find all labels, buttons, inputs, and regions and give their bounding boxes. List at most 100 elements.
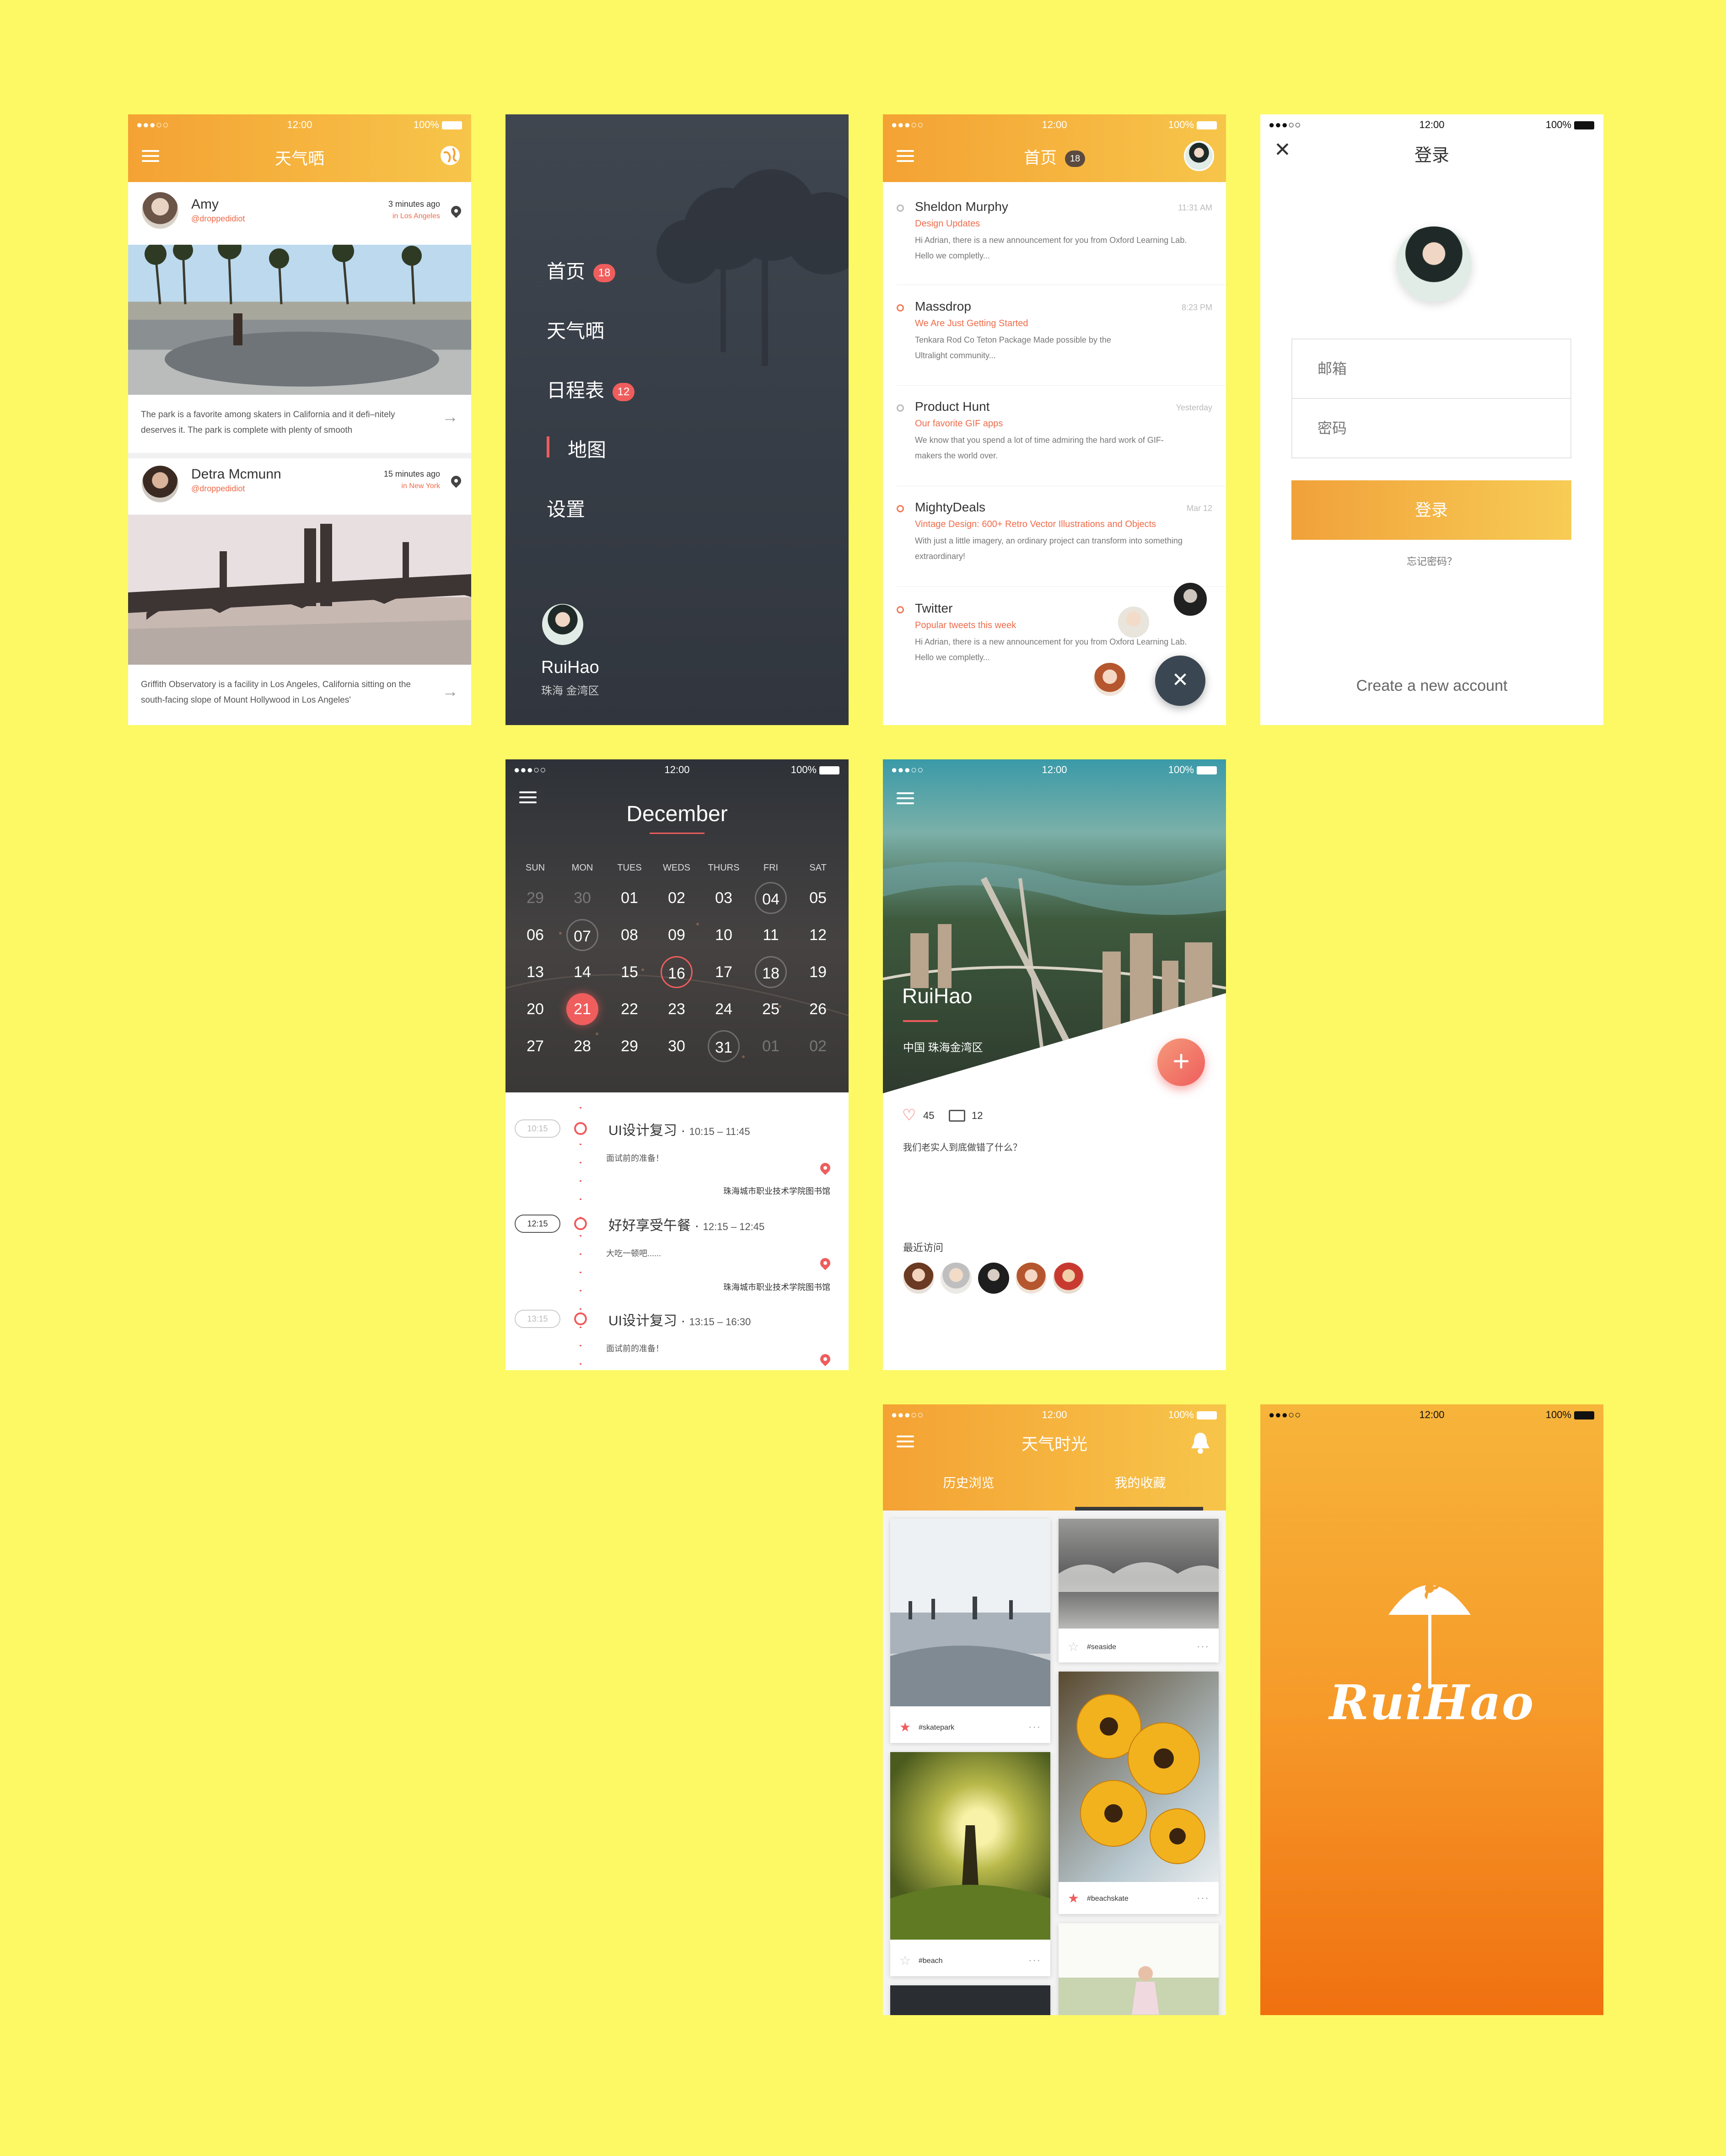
calendar-day[interactable]: 30 bbox=[566, 882, 598, 914]
calendar-day[interactable]: 13 bbox=[519, 956, 551, 988]
star-icon[interactable]: ★ bbox=[899, 1720, 911, 1735]
contact-avatar[interactable] bbox=[1172, 581, 1209, 618]
calendar-day[interactable]: 17 bbox=[708, 956, 740, 988]
arrow-right-icon[interactable]: → bbox=[442, 407, 458, 426]
calendar-day[interactable]: 12 bbox=[802, 919, 834, 951]
more-icon[interactable]: ··· bbox=[1028, 1954, 1041, 1966]
tab-favorites[interactable]: 我的收藏 bbox=[1054, 1473, 1226, 1491]
calendar-day[interactable]: 09 bbox=[661, 919, 693, 951]
photo-card[interactable]: ☆ #beach ··· bbox=[890, 1752, 1050, 1976]
calendar-day[interactable]: 29 bbox=[519, 882, 551, 914]
globe-icon[interactable] bbox=[439, 145, 461, 167]
forgot-password-link[interactable]: 忘记密码？ bbox=[1260, 554, 1603, 568]
calendar-day[interactable]: 04 bbox=[755, 882, 787, 914]
calendar-day[interactable]: 02 bbox=[802, 1030, 834, 1062]
close-fab[interactable]: ✕ bbox=[1155, 656, 1205, 706]
calendar-day[interactable]: 06 bbox=[519, 919, 551, 951]
calendar-day[interactable]: 11 bbox=[755, 919, 787, 951]
calendar-day[interactable]: 02 bbox=[661, 882, 693, 914]
menu-icon[interactable] bbox=[897, 792, 914, 804]
calendar-day[interactable]: 08 bbox=[613, 919, 645, 951]
calendar-day[interactable]: 01 bbox=[755, 1030, 787, 1062]
calendar-day[interactable]: 23 bbox=[661, 993, 693, 1025]
calendar-day[interactable]: 29 bbox=[613, 1030, 645, 1062]
login-button[interactable]: 登录 bbox=[1291, 480, 1571, 540]
calendar-day[interactable]: 30 bbox=[661, 1030, 693, 1062]
status-bar: ●●●○○ 12:00 100% bbox=[1260, 114, 1603, 134]
tab-history[interactable]: 历史浏览 bbox=[883, 1473, 1054, 1491]
more-icon[interactable]: ··· bbox=[1197, 1892, 1210, 1904]
star-icon[interactable]: ☆ bbox=[899, 1953, 911, 1968]
calendar-day[interactable]: 24 bbox=[708, 993, 740, 1025]
calendar-day[interactable]: 31 bbox=[708, 1030, 740, 1062]
user-avatar bbox=[1396, 226, 1472, 302]
create-account-link[interactable]: Create a new account bbox=[1260, 677, 1603, 695]
calendar-day[interactable]: 27 bbox=[519, 1030, 551, 1062]
star-icon[interactable]: ★ bbox=[1068, 1891, 1079, 1906]
calendar-day[interactable]: 18 bbox=[755, 956, 787, 988]
user-avatar[interactable] bbox=[542, 604, 583, 645]
calendar-day[interactable]: 14 bbox=[566, 956, 598, 988]
calendar-day[interactable]: 15 bbox=[613, 956, 645, 988]
battery-label: 100% bbox=[1168, 119, 1194, 130]
password-field[interactable] bbox=[1292, 399, 1570, 457]
drawer-item-map[interactable]: 地图 bbox=[547, 435, 606, 462]
heart-icon[interactable]: ♡ bbox=[902, 1106, 916, 1124]
battery-label: 100% bbox=[413, 119, 439, 130]
calendar-day[interactable]: 25 bbox=[755, 993, 787, 1025]
post-handle[interactable]: @droppedidiot bbox=[191, 484, 245, 494]
drawer-item-weather[interactable]: 天气晒 bbox=[547, 316, 604, 344]
star-icon[interactable]: ☆ bbox=[1068, 1639, 1079, 1654]
calendar-day[interactable]: 19 bbox=[802, 956, 834, 988]
photo-card[interactable] bbox=[1059, 1923, 1219, 2015]
email-field[interactable] bbox=[1292, 339, 1570, 399]
location-pin-icon[interactable] bbox=[449, 473, 463, 488]
calendar-day[interactable]: 05 bbox=[802, 882, 834, 914]
status-bar: ●●●○○ 12:00 100% bbox=[883, 114, 1226, 134]
visitor-avatar[interactable] bbox=[941, 1263, 972, 1294]
arrow-right-icon[interactable]: → bbox=[442, 682, 458, 701]
calendar-day[interactable]: 07 bbox=[566, 919, 598, 951]
comment-icon[interactable] bbox=[949, 1110, 965, 1122]
visitor-avatar[interactable] bbox=[978, 1263, 1009, 1294]
visitor-avatar[interactable] bbox=[1053, 1263, 1084, 1294]
add-fab[interactable]: + bbox=[1157, 1038, 1205, 1086]
user-avatar[interactable] bbox=[1184, 141, 1214, 171]
avatar[interactable] bbox=[142, 466, 178, 502]
location-pin-icon[interactable] bbox=[449, 204, 463, 218]
post-author[interactable]: Detra Mcmunn bbox=[191, 467, 281, 482]
calendar-day[interactable]: 16 bbox=[661, 956, 693, 988]
card-photo bbox=[1059, 1519, 1219, 1629]
contact-avatar[interactable] bbox=[1092, 661, 1128, 698]
photo-card[interactable] bbox=[890, 1985, 1050, 2015]
drawer-item-settings[interactable]: 设置 bbox=[547, 494, 585, 522]
contact-avatar[interactable] bbox=[1116, 605, 1151, 640]
avatar[interactable] bbox=[142, 192, 178, 229]
post-author[interactable]: Amy bbox=[191, 197, 219, 212]
calendar-day[interactable]: 10 bbox=[708, 919, 740, 951]
calendar-day[interactable]: 03 bbox=[708, 882, 740, 914]
calendar-day[interactable]: 22 bbox=[613, 993, 645, 1025]
photo-card[interactable]: ★ #skatepark ··· bbox=[890, 1519, 1050, 1743]
photo-card[interactable]: ★ #beachskate ··· bbox=[1059, 1672, 1219, 1914]
visitor-avatar[interactable] bbox=[1016, 1263, 1047, 1294]
post-handle[interactable]: @droppedidiot bbox=[191, 214, 245, 224]
visitor-avatar[interactable] bbox=[903, 1263, 934, 1294]
more-icon[interactable]: ··· bbox=[1197, 1640, 1210, 1652]
drawer-item-schedule[interactable]: 日程表 12 bbox=[547, 375, 635, 403]
post-photo[interactable] bbox=[128, 515, 471, 665]
post-photo[interactable] bbox=[128, 245, 471, 395]
more-icon[interactable]: ··· bbox=[1028, 1721, 1041, 1733]
drawer-item-home[interactable]: 首页 18 bbox=[547, 256, 616, 284]
calendar-day[interactable]: 26 bbox=[802, 993, 834, 1025]
photo-card[interactable]: ☆ #seaside ··· bbox=[1059, 1519, 1219, 1662]
calendar-day[interactable]: 01 bbox=[613, 882, 645, 914]
weekday-label: SAT bbox=[809, 863, 827, 873]
post-time: 15 minutes ago bbox=[383, 469, 440, 479]
calendar-day[interactable]: 21 bbox=[566, 993, 598, 1025]
bell-icon[interactable] bbox=[1189, 1431, 1211, 1455]
page-title: 登录 bbox=[1414, 146, 1449, 165]
calendar-day[interactable]: 28 bbox=[566, 1030, 598, 1062]
calendar-day[interactable]: 20 bbox=[519, 993, 551, 1025]
message-preview: With just a little imagery, an ordinary … bbox=[915, 536, 1183, 561]
